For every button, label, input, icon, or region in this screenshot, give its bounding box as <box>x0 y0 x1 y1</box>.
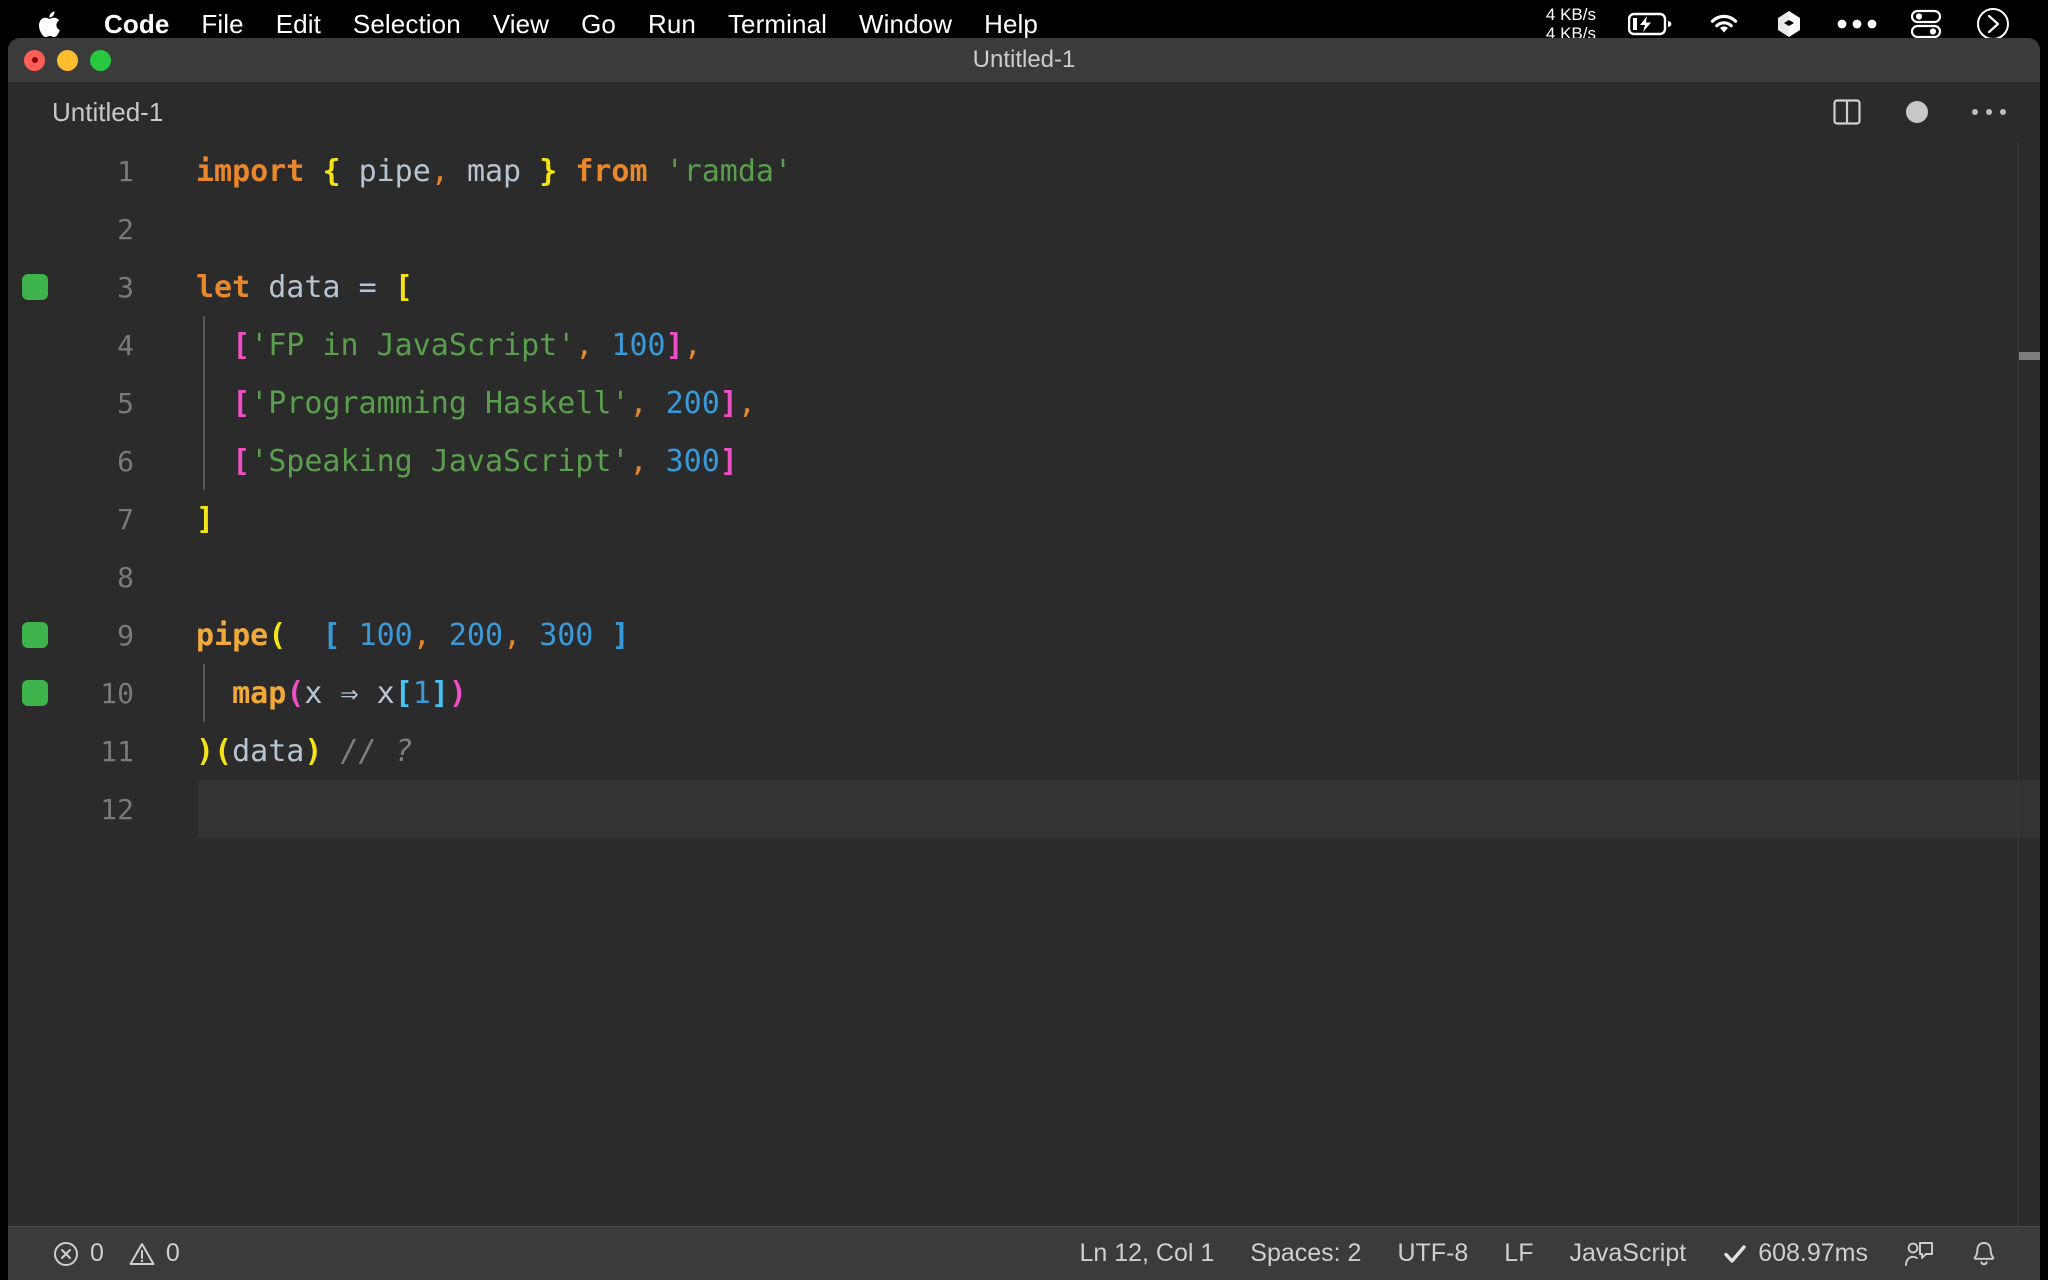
vscode-window: Untitled-1 Untitled-1 1 import {pipe, m… <box>8 38 2040 1280</box>
status-bar: 0 0 Ln 12, Col 1 Spaces: 2 UTF-8 LF Java… <box>8 1226 2040 1280</box>
language-mode-status[interactable]: JavaScript <box>1551 1227 1704 1280</box>
menu-item-window[interactable]: Window <box>843 9 968 40</box>
status-bar-left: 0 0 <box>8 1227 198 1280</box>
line-number-3: 3 <box>117 270 134 304</box>
minimize-window-button[interactable] <box>57 49 78 71</box>
indent-guide-4 <box>203 316 205 374</box>
quokka-runtime-status[interactable]: 608.97ms <box>1704 1227 1886 1280</box>
code-line-11: 11 )(data) // ? <box>8 722 2040 780</box>
scrollbar-thumb[interactable] <box>2019 352 2040 360</box>
maximize-window-button[interactable] <box>90 49 111 71</box>
split-editor-icon[interactable] <box>1832 97 1862 127</box>
problems-status[interactable]: 0 0 <box>34 1227 198 1280</box>
code-text-3[interactable]: let data = [ <box>140 270 2040 305</box>
glyph-margin-9[interactable] <box>8 622 62 648</box>
menu-item-run[interactable]: Run <box>632 9 712 40</box>
network-upload-speed: 4 KB/s <box>1545 5 1596 24</box>
window-title-bar: Untitled-1 <box>8 38 2040 82</box>
code-text-5[interactable]: ['Programming Haskell', 200], <box>140 386 2040 421</box>
breakpoint-marker-10[interactable] <box>22 680 48 706</box>
error-count: 0 <box>90 1239 104 1267</box>
line-number-1: 1 <box>117 154 134 188</box>
line-number-12: 12 <box>100 792 134 826</box>
line-number-2: 2 <box>117 212 134 246</box>
code-text-7[interactable]: ] <box>140 502 2040 537</box>
code-editor[interactable]: 1 import { pipe, map } from 'ramda' 2 3 … <box>8 142 2040 1226</box>
line-number-10: 10 <box>100 676 134 710</box>
menu-item-view[interactable]: View <box>477 9 565 40</box>
indent-guide-5 <box>203 374 205 432</box>
line-number-9: 9 <box>117 618 134 652</box>
code-line-8: 8 <box>8 548 2040 606</box>
encoding-status[interactable]: UTF-8 <box>1379 1227 1486 1280</box>
code-text-4[interactable]: ['FP in JavaScript', 100], <box>140 328 2040 363</box>
notification-bell-icon[interactable] <box>1952 1227 2016 1280</box>
code-text-10[interactable]: map(x ⇒ x[1]) <box>140 676 2040 711</box>
editor-scrollbar[interactable] <box>2018 142 2040 1226</box>
eol-status[interactable]: LF <box>1486 1227 1551 1280</box>
code-text-2[interactable] <box>140 212 2040 247</box>
menu-item-selection[interactable]: Selection <box>337 9 477 40</box>
glyph-margin-10[interactable] <box>8 680 62 706</box>
status-bar-right: Ln 12, Col 1 Spaces: 2 UTF-8 LF JavaScri… <box>1061 1227 2040 1280</box>
editor-tab-bar: Untitled-1 <box>8 82 2040 142</box>
feedback-icon[interactable] <box>1886 1227 1952 1280</box>
line-number-8: 8 <box>117 560 134 594</box>
code-text-8[interactable] <box>140 560 2040 595</box>
code-line-7: 7 ] <box>8 490 2040 548</box>
menu-item-help[interactable]: Help <box>968 9 1054 40</box>
tab-label: Untitled-1 <box>52 96 164 127</box>
code-text-11[interactable]: )(data) // ? <box>140 734 2040 769</box>
apple-logo-icon[interactable] <box>36 7 62 41</box>
code-line-5: 5 ['Programming Haskell', 200], <box>8 374 2040 432</box>
traffic-light-buttons <box>24 49 111 71</box>
code-text-9[interactable]: pipe( [ 100, 200, 300 ] <box>140 618 2040 653</box>
indent-guide-6 <box>203 432 205 490</box>
line-number-11: 11 <box>100 734 134 768</box>
code-line-6: 6 ['Speaking JavaScript', 300] <box>8 432 2040 490</box>
menu-item-file[interactable]: File <box>185 9 259 40</box>
breakpoint-marker-9[interactable] <box>22 622 48 648</box>
code-line-1: 1 import { pipe, map } from 'ramda' <box>8 142 2040 200</box>
breakpoint-marker-3[interactable] <box>22 274 48 300</box>
check-icon <box>1722 1241 1748 1267</box>
current-line-highlight <box>198 780 2040 838</box>
code-line-10: 10 map(x ⇒ x[1]) <box>8 664 2040 722</box>
window-title: Untitled-1 <box>972 46 1076 73</box>
error-circle-icon <box>52 1240 80 1268</box>
warning-count: 0 <box>165 1239 180 1267</box>
cursor-position-status[interactable]: Ln 12, Col 1 <box>1061 1227 1232 1280</box>
code-text-6[interactable]: ['Speaking JavaScript', 300] <box>140 444 2040 479</box>
line-number-6: 6 <box>117 444 134 478</box>
code-lines-container: 1 import { pipe, map } from 'ramda' 2 3 … <box>8 142 2040 1226</box>
warning-triangle-icon <box>128 1240 156 1268</box>
code-line-12: 12 <box>8 780 2040 838</box>
indent-guide-10 <box>203 664 205 722</box>
code-line-4: 4 ['FP in JavaScript', 100], <box>8 316 2040 374</box>
more-actions-icon[interactable] <box>1972 109 2006 115</box>
glyph-margin-3[interactable] <box>8 274 62 300</box>
menu-item-terminal[interactable]: Terminal <box>712 9 843 40</box>
menu-item-edit[interactable]: Edit <box>260 9 337 40</box>
editor-action-bar <box>1832 97 2040 127</box>
unsaved-indicator-icon[interactable] <box>1906 101 1928 123</box>
code-line-3: 3 let data = [ <box>8 258 2040 316</box>
indentation-status[interactable]: Spaces: 2 <box>1232 1227 1379 1280</box>
menu-item-go[interactable]: Go <box>565 9 632 40</box>
line-number-7: 7 <box>117 502 134 536</box>
line-number-4: 4 <box>117 328 134 362</box>
quokka-time: 608.97ms <box>1758 1239 1868 1267</box>
menu-item-code[interactable]: Code <box>88 9 185 40</box>
close-window-button[interactable] <box>24 49 45 71</box>
code-line-9: 9 pipe( [ 100, 200, 300 ] <box>8 606 2040 664</box>
code-line-2: 2 <box>8 200 2040 258</box>
line-number-5: 5 <box>117 386 134 420</box>
tab-untitled-1[interactable]: Untitled-1 <box>8 82 192 142</box>
code-text-1[interactable]: import { pipe, map } from 'ramda' <box>140 154 2040 189</box>
